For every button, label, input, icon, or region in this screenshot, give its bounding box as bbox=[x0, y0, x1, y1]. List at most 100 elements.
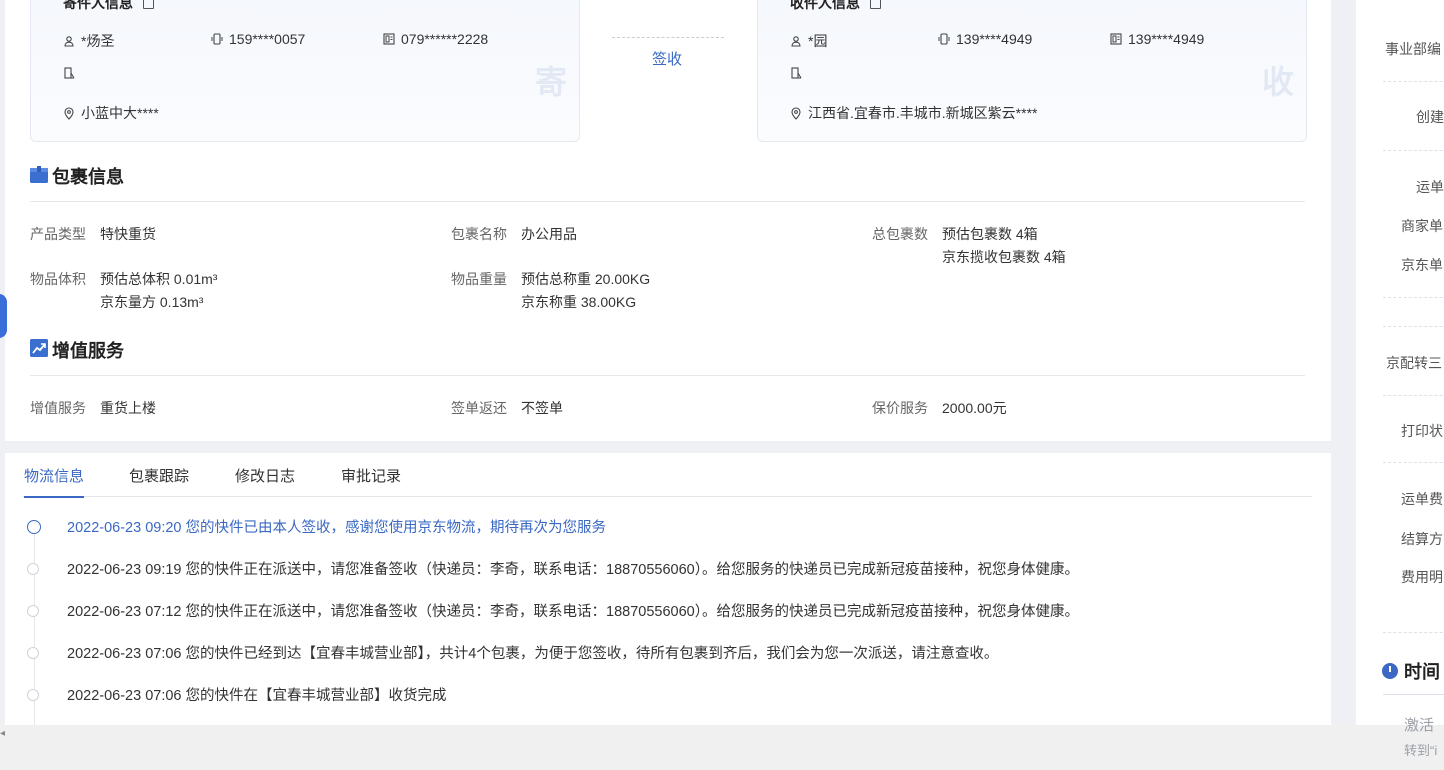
building-icon bbox=[63, 67, 75, 79]
sidebar-item-fee-detail: 费用明 bbox=[1401, 569, 1443, 585]
package-icon bbox=[30, 165, 48, 183]
sender-address: 小蓝中大**** bbox=[81, 105, 159, 121]
mobile-icon bbox=[211, 33, 223, 45]
sender-company-row bbox=[63, 67, 75, 79]
copy-icon[interactable] bbox=[143, 0, 154, 9]
receiver-card: 收件人信息 *园 139****4949 139****4949 江西省.宜春市… bbox=[757, 0, 1307, 142]
sidebar-item-settlement: 结算方 bbox=[1401, 531, 1443, 547]
sender-mobile: 159****0057 bbox=[229, 31, 306, 47]
receipt-return-field: 签单返还 不签单 bbox=[451, 400, 563, 416]
sender-title: 寄件人信息 bbox=[63, 0, 154, 13]
location-icon bbox=[790, 107, 802, 120]
phone-icon bbox=[1110, 33, 1122, 45]
product-type-field: 产品类型 特快重货 bbox=[30, 226, 156, 242]
right-sidebar: 事业部编 创建 运单 商家单 京东单 京配转三 打印状 运单费 结算方 费用明 … bbox=[1356, 0, 1444, 725]
sender-phone: 079******2228 bbox=[401, 31, 489, 47]
volume-field: 物品体积 预估总体积 0.01m³ 京东量方 0.13m³ bbox=[30, 271, 218, 310]
timeline-dot bbox=[27, 688, 39, 701]
timeline-dot bbox=[27, 562, 39, 575]
divider bbox=[1383, 326, 1444, 327]
timeline-item: 2022-06-23 07:12 您的快件正在派送中，请您准备签收（快递员：李奇… bbox=[27, 600, 1079, 621]
receiver-watermark: 收 bbox=[1261, 64, 1294, 100]
divider bbox=[1383, 632, 1444, 633]
sign-status-link[interactable]: 签收 bbox=[652, 48, 682, 69]
sender-mobile-row: 159****0057 bbox=[211, 31, 305, 47]
phone-icon bbox=[383, 33, 395, 45]
sidebar-item-jd-transfer: 京配转三 bbox=[1386, 355, 1442, 371]
timeline-text: 2022-06-23 07:06 您的快件已经到达【宜春丰城营业部】，共计4个包… bbox=[67, 646, 999, 662]
timeline-item: 2022-06-23 09:20 您的快件已由本人签收，感谢您使用京东物流，期待… bbox=[27, 516, 606, 537]
timeline-item: 2022-06-23 07:06 您的快件在【宜春丰城营业部】收货完成 bbox=[27, 684, 447, 705]
sidebar-item-business-unit: 事业部编 bbox=[1385, 41, 1441, 57]
user-icon bbox=[63, 35, 75, 47]
horizontal-scrollbar[interactable] bbox=[0, 725, 1444, 770]
trend-chart-icon bbox=[30, 339, 48, 357]
value-added-service-field: 增值服务 重货上楼 bbox=[30, 400, 156, 416]
timeline-item: 2022-06-23 09:19 您的快件正在派送中，请您准备签收（快递员：李奇… bbox=[27, 558, 1079, 579]
sidebar-item-merchant-order: 商家单 bbox=[1401, 218, 1443, 234]
logistics-panel: 物流信息 包裹跟踪 修改日志 审批记录 2022-06-23 09:20 您的快… bbox=[5, 453, 1331, 725]
sidebar-item-waybill-fee: 运单费 bbox=[1401, 491, 1443, 507]
receiver-name-row: *园 bbox=[790, 31, 827, 51]
logistics-tabs: 物流信息 包裹跟踪 修改日志 审批记录 bbox=[23, 453, 1312, 498]
sender-phone-row: 079******2228 bbox=[383, 31, 488, 47]
collapse-sidebar-button[interactable] bbox=[0, 294, 7, 338]
receiver-phone-row: 139****4949 bbox=[1110, 31, 1204, 47]
divider bbox=[1383, 81, 1444, 82]
sidebar-item-jd-order: 京东单 bbox=[1401, 257, 1443, 273]
location-icon bbox=[63, 107, 75, 120]
receiver-company-row bbox=[790, 67, 802, 79]
mobile-icon bbox=[938, 33, 950, 45]
receiver-name: *园 bbox=[808, 33, 828, 49]
timeline-text: 2022-06-23 09:19 您的快件正在派送中，请您准备签收（快递员：李奇… bbox=[67, 562, 1079, 578]
value-added-section-header: 增值服务 bbox=[30, 339, 1305, 376]
insurance-field: 保价服务 2000.00元 bbox=[872, 400, 1007, 416]
receiver-phone: 139****4949 bbox=[1128, 31, 1205, 47]
sender-card: 寄件人信息 *炀圣 159****0057 079******2228 小蓝中大… bbox=[30, 0, 580, 142]
tab-approval-records[interactable]: 审批记录 bbox=[341, 465, 401, 486]
sidebar-item-created: 创建 bbox=[1416, 109, 1444, 125]
sender-name: *炀圣 bbox=[81, 33, 115, 49]
order-detail-panel: 寄件人信息 *炀圣 159****0057 079******2228 小蓝中大… bbox=[5, 0, 1331, 441]
sender-address-row: 小蓝中大**** bbox=[63, 103, 159, 123]
activate-windows-notice: 激活 bbox=[1404, 717, 1435, 734]
building-icon bbox=[790, 67, 802, 79]
total-packages-field: 总包裹数 预估包裹数 4箱 京东揽收包裹数 4箱 bbox=[872, 226, 1066, 265]
activate-windows-hint: 转到“i bbox=[1404, 743, 1438, 758]
timeline-text: 2022-06-23 07:12 您的快件正在派送中，请您准备签收（快递员：李奇… bbox=[67, 604, 1079, 620]
divider bbox=[1383, 694, 1444, 695]
divider bbox=[1383, 297, 1444, 298]
weight-field: 物品重量 预估总称重 20.00KG 京东称重 38.00KG bbox=[451, 271, 651, 310]
receiver-address: 江西省.宜春市.丰城市.新城区紫云**** bbox=[808, 105, 1038, 121]
timeline-text: 2022-06-23 09:20 您的快件已由本人签收，感谢您使用京东物流，期待… bbox=[67, 520, 607, 536]
value-added-section-title: 增值服务 bbox=[52, 341, 124, 361]
timeline-dot bbox=[27, 519, 41, 534]
sidebar-item-print-status: 打印状 bbox=[1401, 423, 1443, 439]
sidebar-item-waybill: 运单 bbox=[1416, 179, 1444, 195]
divider bbox=[1383, 395, 1444, 396]
connector-line bbox=[612, 37, 724, 38]
timeline-item: 2022-06-23 07:06 您的快件已经到达【宜春丰城营业部】，共计4个包… bbox=[27, 642, 998, 663]
package-section-header: 包裹信息 bbox=[30, 165, 1305, 202]
tab-change-log[interactable]: 修改日志 bbox=[235, 465, 295, 486]
copy-icon[interactable] bbox=[870, 0, 881, 9]
receiver-title: 收件人信息 bbox=[790, 0, 881, 13]
package-section-title: 包裹信息 bbox=[52, 167, 124, 187]
timeline-dot bbox=[27, 646, 39, 659]
time-section-title: 时间 bbox=[1382, 658, 1440, 684]
scroll-left-icon[interactable]: ◂ bbox=[0, 728, 5, 739]
sender-watermark: 寄 bbox=[534, 64, 567, 100]
sender-name-row: *炀圣 bbox=[63, 31, 114, 51]
package-name-field: 包裹名称 办公用品 bbox=[451, 226, 577, 242]
user-icon bbox=[790, 35, 802, 47]
receiver-mobile: 139****4949 bbox=[956, 31, 1033, 47]
tab-package-tracking[interactable]: 包裹跟踪 bbox=[129, 465, 189, 486]
timeline-text: 2022-06-23 07:06 您的快件在【宜春丰城营业部】收货完成 bbox=[67, 688, 447, 704]
timeline-dot bbox=[27, 604, 39, 617]
receiver-address-row: 江西省.宜春市.丰城市.新城区紫云**** bbox=[790, 103, 1037, 123]
tab-logistics-info[interactable]: 物流信息 bbox=[24, 465, 85, 498]
clock-icon bbox=[1382, 663, 1398, 679]
receiver-mobile-row: 139****4949 bbox=[938, 31, 1032, 47]
divider bbox=[1383, 150, 1444, 151]
divider bbox=[1383, 462, 1444, 463]
